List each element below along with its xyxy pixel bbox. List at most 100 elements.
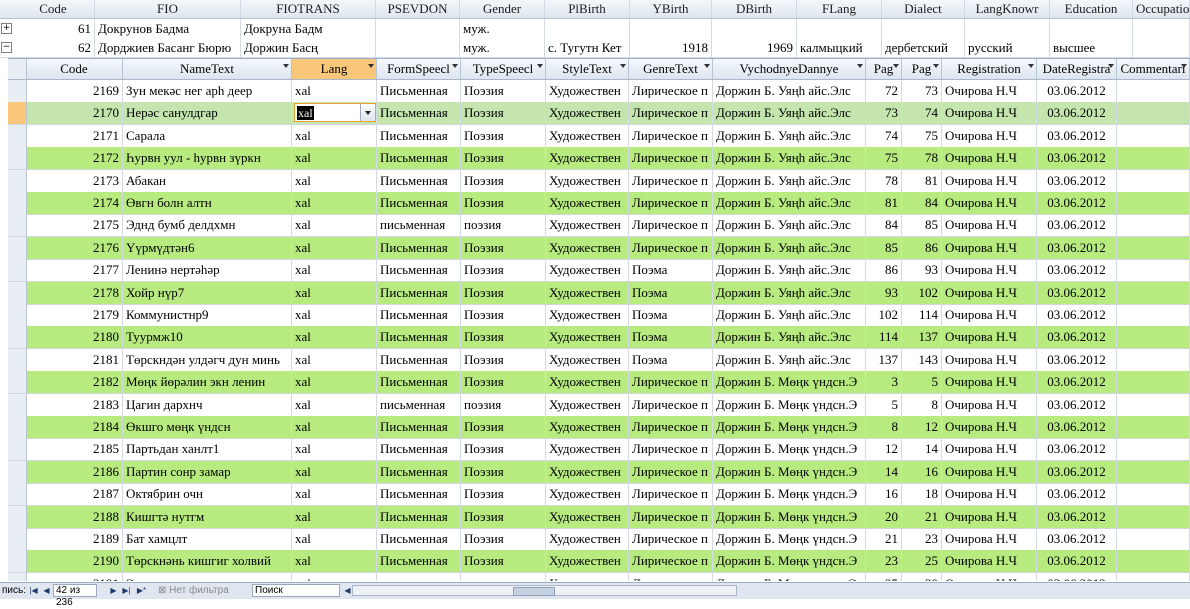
- subform-column-header[interactable]: Lang: [292, 59, 377, 79]
- table-row[interactable]: 2186 Партин сонр замар xal Письменная Поэзия…: [8, 460, 1190, 484]
- cell-lang[interactable]: xal: [292, 348, 377, 371]
- subform-column-header[interactable]: GenreText: [629, 59, 713, 79]
- subform-column-header[interactable]: NameText: [123, 59, 292, 79]
- scroll-thumb[interactable]: [513, 587, 555, 596]
- parent-column-header[interactable]: LangKnowr: [965, 0, 1050, 18]
- filter-dropdown-icon[interactable]: [1108, 64, 1114, 68]
- record-selector[interactable]: [8, 281, 27, 304]
- parent-column-header[interactable]: Code: [12, 0, 95, 18]
- search-input[interactable]: Поиск: [252, 584, 340, 597]
- cell-lang[interactable]: xal: [292, 572, 377, 581]
- filter-dropdown-icon[interactable]: [704, 64, 710, 68]
- table-row[interactable]: 2187 Октябрин очн xal Письменная Поэзия Худож…: [8, 483, 1190, 507]
- subform-datasheet[interactable]: Code NameText Lang FormSpeecl TypeSpeecl Styl…: [8, 58, 1190, 581]
- parent-column-header[interactable]: PlBirth: [545, 0, 630, 18]
- cell-lang[interactable]: xal: [292, 192, 377, 214]
- filter-dropdown-icon[interactable]: [933, 64, 939, 68]
- prev-record-icon[interactable]: ◀: [41, 583, 52, 598]
- parent-column-header[interactable]: FIO: [95, 0, 241, 18]
- parent-column-header[interactable]: PSEVDON: [376, 0, 460, 18]
- cell-lang[interactable]: xal: [292, 169, 377, 192]
- cell-lang[interactable]: xal: [292, 393, 377, 416]
- filter-dropdown-icon[interactable]: [1028, 64, 1034, 68]
- lang-combo-editor[interactable]: xal: [294, 103, 376, 123]
- cell-lang[interactable]: xal: [292, 505, 377, 528]
- parent-column-header[interactable]: YBirth: [630, 0, 712, 18]
- table-row[interactable]: 2183 Цагин дархнч xal письменная поэзия Худож…: [8, 393, 1190, 417]
- record-selector[interactable]: [8, 528, 27, 550]
- cell-lang[interactable]: xal: [292, 483, 377, 506]
- subform-column-header[interactable]: Pag: [902, 59, 942, 79]
- parent-table-row[interactable]: +61 Докрунов Бадма Докруна Бадм муж.: [0, 19, 1190, 39]
- table-row[interactable]: 2174 Өвгн болн алтн xal Письменная Поэзия Худ…: [8, 192, 1190, 215]
- parent-column-header[interactable]: Gender: [460, 0, 545, 18]
- record-selector[interactable]: [8, 483, 27, 506]
- table-row[interactable]: 2188 Кишгтә нутгм xal Письменная Поэзия Худож…: [8, 505, 1190, 529]
- record-selector[interactable]: [8, 304, 27, 326]
- next-record-icon[interactable]: ▶: [108, 583, 119, 598]
- subform-column-header[interactable]: FormSpeecl: [377, 59, 461, 79]
- cell-lang[interactable]: xal: [292, 281, 377, 304]
- record-selector[interactable]: [8, 102, 27, 125]
- lang-combo-value[interactable]: xal: [297, 106, 314, 121]
- cell-lang[interactable]: xal: [292, 460, 377, 483]
- table-row[interactable]: 2190 Төрскнәнь кишгиг холвий xal Письменная…: [8, 550, 1190, 574]
- record-selector[interactable]: [8, 147, 27, 170]
- table-row[interactable]: 2171 Сарала xal Письменная Поэзия Художествен…: [8, 124, 1190, 148]
- cell-lang[interactable]: xal: [292, 304, 377, 326]
- cell-lang[interactable]: xal: [292, 438, 377, 461]
- cell-lang[interactable]: xal: [292, 124, 377, 147]
- table-row[interactable]: 2184 Өкшго мөңк үндсн xal Письменная Поэзия Х…: [8, 416, 1190, 439]
- parent-column-header[interactable]: Occupatio: [1133, 0, 1190, 18]
- select-all-corner[interactable]: [8, 59, 27, 79]
- filter-dropdown-icon[interactable]: [893, 64, 899, 68]
- table-row[interactable]: 2189 Бат хамцлт xal Письменная Поэзия Художес…: [8, 528, 1190, 551]
- record-counter-input[interactable]: 42 из 236: [53, 584, 97, 608]
- subform-column-header[interactable]: TypeSpeecl: [461, 59, 546, 79]
- parent-column-header[interactable]: FIOTRANS: [241, 0, 376, 18]
- first-record-icon[interactable]: |◀: [28, 583, 39, 598]
- record-selector[interactable]: [8, 214, 27, 237]
- cell-lang[interactable]: xal: [292, 326, 377, 349]
- table-row[interactable]: 2182 Мөңк йөрәлин экн ленин xal Письменная П…: [8, 371, 1190, 395]
- table-row[interactable]: 2180 Туурмж10 xal Письменная Поэзия Художеств…: [8, 326, 1190, 350]
- record-selector[interactable]: [8, 550, 27, 573]
- cell-lang[interactable]: xal: [292, 259, 377, 282]
- table-row[interactable]: 2176 Үүрмүдтән6 xal Письменная Поэзия Художес…: [8, 236, 1190, 260]
- cell-lang[interactable]: xal: [292, 550, 377, 573]
- filter-dropdown-icon[interactable]: [857, 64, 863, 68]
- subform-column-header[interactable]: Pag: [866, 59, 902, 79]
- table-row[interactable]: 2172 Һурвн уул - һурвн зүркн xal Письменная…: [8, 147, 1190, 171]
- subform-column-header[interactable]: Code: [26, 59, 123, 79]
- table-row[interactable]: 2181 Төрскндән улдәгч дун минь xal Письменн…: [8, 348, 1190, 372]
- record-selector[interactable]: [8, 259, 27, 282]
- parent-table-row[interactable]: −62 Дорджиев Басанг Бюрю Доржин Басң муж. с.…: [0, 38, 1190, 58]
- subform-column-header[interactable]: DateRegistra: [1037, 59, 1117, 79]
- subform-column-header[interactable]: Registration: [942, 59, 1037, 79]
- table-row[interactable]: 2185 Партьдан ханлт1 xal Письменная Поэзия Ху…: [8, 438, 1190, 462]
- record-selector[interactable]: [8, 460, 27, 483]
- subform-column-header[interactable]: StyleText: [546, 59, 629, 79]
- filter-dropdown-icon[interactable]: [283, 64, 289, 68]
- parent-column-header[interactable]: DBirth: [712, 0, 797, 18]
- filter-dropdown-icon[interactable]: [368, 64, 374, 68]
- last-record-icon[interactable]: ▶|: [121, 583, 132, 598]
- cell-lang[interactable]: xal: [292, 147, 377, 170]
- table-row[interactable]: 2191Эн мини төрскн нутгмxalписьменнаяпоэ…: [8, 572, 1190, 581]
- record-selector[interactable]: [8, 393, 27, 416]
- table-row[interactable]: 2175 Эднд бумб делдхмн xal письменная поэзия…: [8, 214, 1190, 238]
- filter-dropdown-icon[interactable]: [452, 64, 458, 68]
- record-selector[interactable]: [8, 326, 27, 349]
- table-row[interactable]: 2177 Ленинә нертәһәр xal Письменная Поэзия Ху…: [8, 259, 1190, 283]
- lang-dropdown-button[interactable]: [360, 104, 375, 122]
- cell-lang[interactable]: xal: [292, 214, 377, 237]
- record-selector[interactable]: [8, 371, 27, 394]
- record-selector[interactable]: [8, 505, 27, 528]
- subform-column-header[interactable]: Commentari: [1117, 59, 1190, 79]
- parent-column-header[interactable]: Dialect: [882, 0, 965, 18]
- cell-lang[interactable]: xal: [292, 371, 377, 394]
- cell-lang[interactable]: xal: [292, 80, 377, 102]
- table-row[interactable]: 2179 Коммунистнр9 xal Письменная Поэзия Худож…: [8, 304, 1190, 327]
- record-selector[interactable]: [8, 438, 27, 461]
- table-row[interactable]: 2169 Зун мекәс нег арһ деер xal Письменная П…: [8, 80, 1190, 103]
